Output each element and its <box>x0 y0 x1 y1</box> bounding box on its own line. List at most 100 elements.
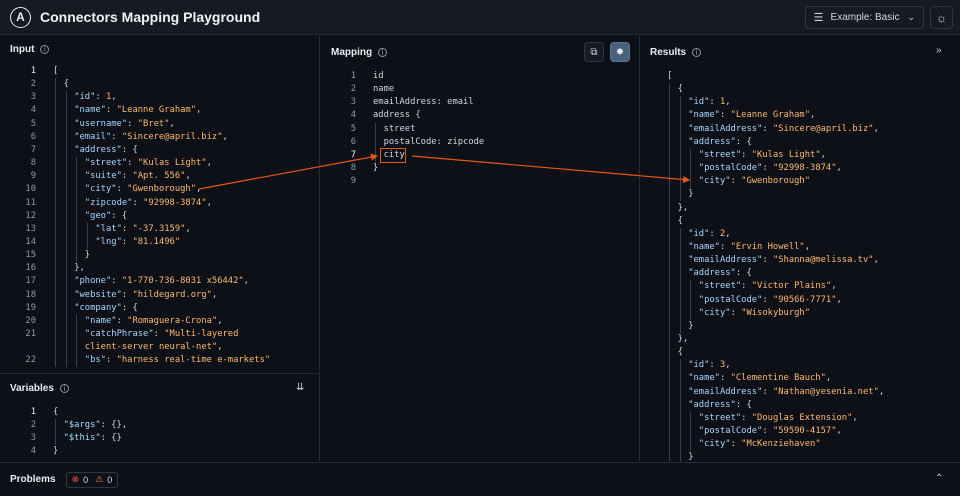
code-token: "username" <box>74 118 128 129</box>
code-token: "emailAddress" <box>688 255 763 266</box>
line-number: 4 <box>350 110 356 121</box>
problems-title: Problems <box>10 474 56 485</box>
code-line: "geo": { <box>85 210 127 223</box>
code-token: : <box>121 171 133 182</box>
code-token: client-server neural-net" <box>84 342 218 353</box>
code-token: , <box>725 228 731 239</box>
code-token: , <box>222 131 228 142</box>
code-line: "address": { <box>688 267 752 280</box>
code-token: "bs" <box>84 355 106 366</box>
code-line: "name": "Romaguera-Crona", <box>85 315 223 328</box>
code-token: "catchPhrase" <box>84 329 154 339</box>
code-token: "Romaguera-Crona" <box>127 315 218 326</box>
code-token: : <box>762 163 773 174</box>
code-token: , <box>185 171 191 182</box>
code-token: "city" <box>84 184 117 195</box>
chevron-down-icon: ⌄ <box>907 12 915 22</box>
mapping-editor[interactable]: 1 id 2 name 3 emailAddress: email 4 address {5 s… <box>321 70 639 461</box>
code-token: : <box>762 386 773 397</box>
code-token: "Leanne Graham" <box>730 110 811 121</box>
code-token: : <box>762 255 773 266</box>
code-token: : <box>121 223 133 234</box>
code-token: "emailAddress" <box>688 386 763 397</box>
line-number: 12 <box>25 210 36 221</box>
code-line: "id": 1, <box>74 91 116 104</box>
line-number: 1 <box>30 66 36 76</box>
code-token: "Kulas Light" <box>751 149 821 160</box>
info-icon[interactable]: i <box>692 48 702 57</box>
copy-icon: ⧉ <box>590 46 598 58</box>
code-token: { <box>677 347 683 358</box>
line-number: 19 <box>25 302 36 313</box>
code-token: "$args" <box>63 420 101 431</box>
code-line: "username": "Bret", <box>74 118 175 131</box>
line-number: 9 <box>350 176 356 187</box>
code-line: "id": 2, <box>688 228 730 241</box>
code-line: "street": "Victor Plains", <box>699 280 837 293</box>
code-token: "zipcode" <box>84 197 133 208</box>
variables-title: Variables i <box>10 383 69 394</box>
indent-guide <box>690 148 692 189</box>
code-token: , <box>831 281 837 292</box>
code-token: : { <box>735 399 752 410</box>
info-icon[interactable]: i <box>59 384 69 393</box>
code-token: postalCode: zipcode <box>383 136 485 147</box>
code-token: : <box>121 289 133 300</box>
line-number: 1 <box>30 407 36 417</box>
line-number: 10 <box>25 184 36 195</box>
expand-up-icon[interactable]: ⌃ <box>935 473 943 484</box>
code-token: , <box>196 105 202 116</box>
indent-guide <box>690 280 692 320</box>
visualize-toggle-button[interactable]: ✸ <box>610 42 630 62</box>
code-token: : <box>719 241 731 252</box>
code-line: "postalCode": "90566-7771", <box>699 294 842 307</box>
code-token: , <box>206 197 212 208</box>
code-line: name <box>373 83 394 96</box>
code-token: : <box>730 307 742 318</box>
code-line: "suite": "Apt. 556", <box>85 170 191 183</box>
code-token: : <box>95 92 106 103</box>
problems-badge[interactable]: ⊗ 0 ⚠ 0 <box>65 471 119 488</box>
line-number: 15 <box>25 250 36 261</box>
code-token: , <box>852 412 858 423</box>
code-line: "city": "Gwenborough" <box>699 175 810 188</box>
example-select[interactable]: ☰ Example: Basic ⌄ <box>804 6 924 29</box>
info-icon[interactable]: i <box>40 45 50 54</box>
apollo-logo-icon: A <box>10 6 31 28</box>
code-line: id <box>373 70 384 83</box>
mapping-title-text: Mapping <box>331 47 373 58</box>
mapping-highlight-box <box>380 148 406 163</box>
code-token: "address" <box>688 136 736 147</box>
variables-panel: Variables i ⇊ 1{2 "$args": {}, 3 "$this": {… <box>0 373 320 461</box>
code-line: "name": "Ervin Howell", <box>688 241 810 254</box>
expand-right-icon[interactable]: » <box>936 45 942 56</box>
code-token: "hildegard.org" <box>132 289 212 300</box>
code-line: [ <box>667 70 672 83</box>
code-token: , <box>725 360 731 371</box>
code-line: } <box>85 249 90 262</box>
code-token: "81.1496" <box>132 236 181 247</box>
visualize-icon: ✸ <box>615 46 625 58</box>
input-editor[interactable]: 1 [2 {3 "id": 1, 4 "name": "Leanne Graham", 5 "… <box>0 65 319 372</box>
line-number: 20 <box>25 315 36 326</box>
copy-button[interactable]: ⧉ <box>584 42 604 62</box>
code-token: "geo" <box>84 210 112 221</box>
code-line: "phone": "1-770-736-8031 x56442", <box>74 275 249 288</box>
code-token: , <box>836 426 842 437</box>
info-icon[interactable]: i <box>378 48 388 57</box>
variables-editor[interactable]: 1 {2 "$args": {}, 3 "$this": {} 4} <box>0 406 319 461</box>
code-token: : { <box>735 136 752 147</box>
code-token: "Sincere@april.biz" <box>121 131 223 142</box>
collapse-icon[interactable]: ⇊ <box>296 382 304 393</box>
mapping-title: Mapping i <box>331 47 388 58</box>
code-token: : <box>105 355 117 366</box>
code-token: "postalCode" <box>698 163 763 174</box>
code-token: : <box>111 276 122 287</box>
code-token: "Victor Plains" <box>751 281 832 292</box>
code-line: "email": "Sincere@april.biz", <box>74 131 228 144</box>
code-token: : <box>719 373 731 384</box>
theme-toggle-button[interactable]: ☼ <box>930 6 953 29</box>
line-number: 3 <box>350 97 356 108</box>
code-token: : <box>709 360 720 371</box>
app-header: A Connectors Mapping Playground ☰ Exampl… <box>0 0 960 35</box>
